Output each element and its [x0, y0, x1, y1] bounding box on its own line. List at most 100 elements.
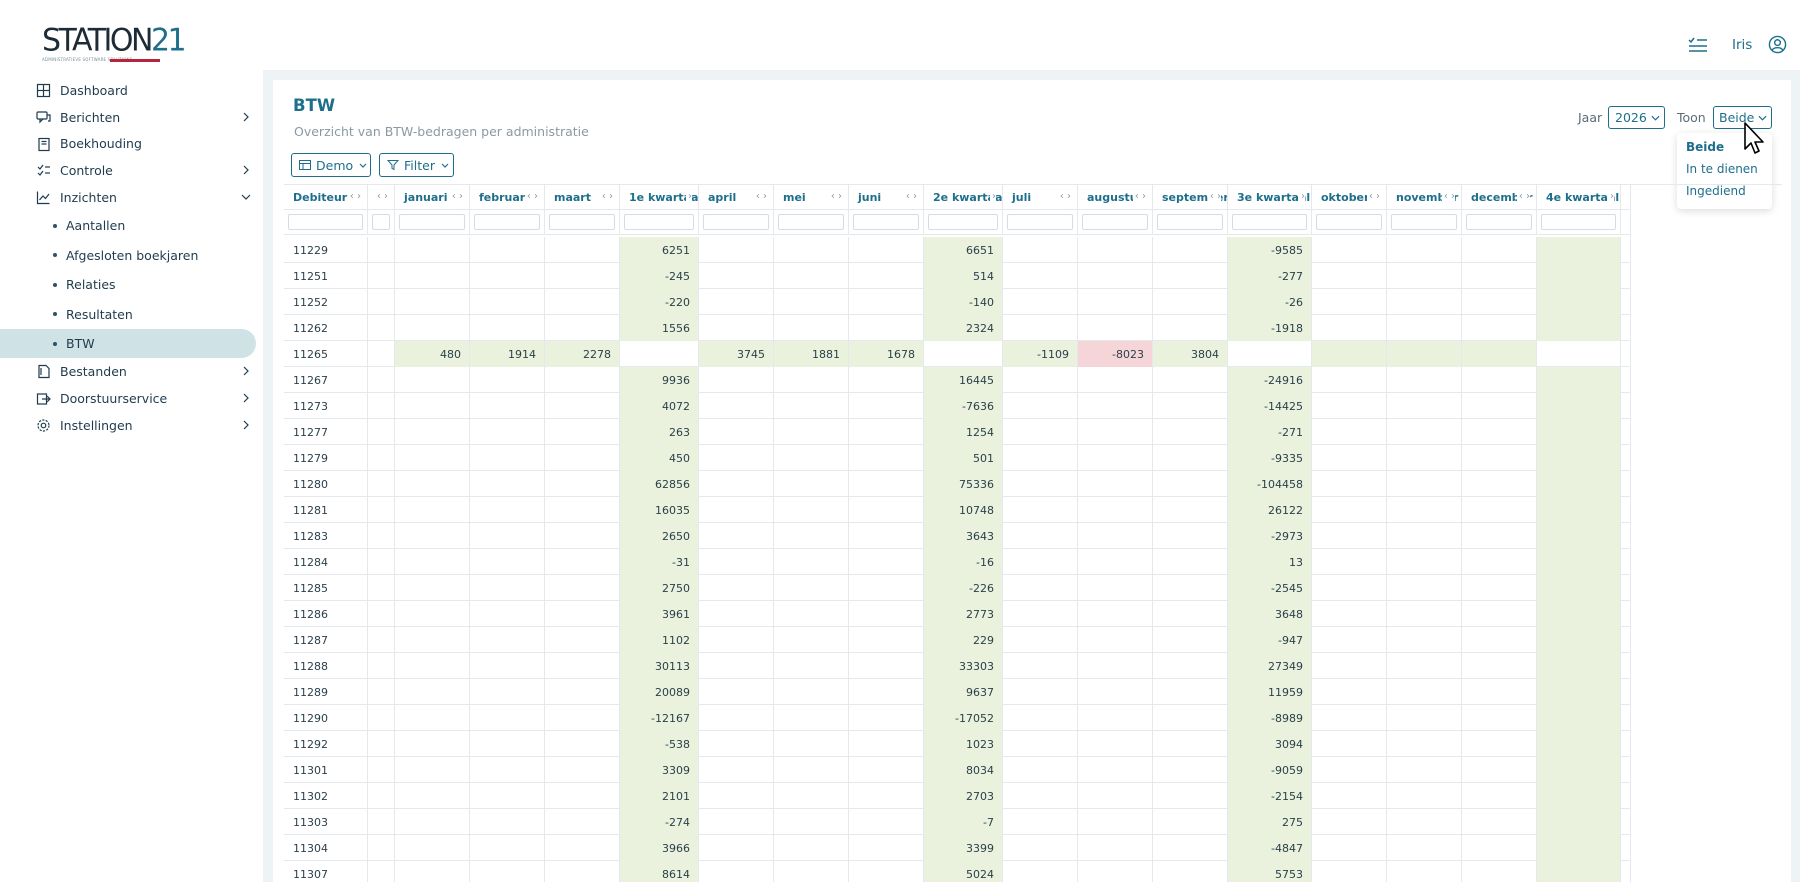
resize-arrows-icon[interactable]: ‹ › [1441, 191, 1455, 202]
column-filter-input[interactable] [1082, 214, 1148, 230]
table-row[interactable]: 11281 16035 10748 26122 [284, 497, 1630, 523]
column-header-november[interactable]: november ‹ › [1387, 185, 1462, 210]
column-filter-input[interactable] [1232, 214, 1307, 230]
demo-button[interactable]: Demo [291, 153, 371, 177]
table-row[interactable]: 11303 -274 -7 275 [284, 809, 1630, 835]
column-header-juli[interactable]: juli ‹ › [1003, 185, 1078, 210]
resize-arrows-icon[interactable]: ‹ › [753, 191, 767, 202]
column-filter-input[interactable] [1466, 214, 1532, 230]
column-filter-input[interactable] [853, 214, 919, 230]
resize-arrows-icon[interactable]: ‹ › [1366, 191, 1380, 202]
table-row[interactable]: 11267 9936 16445 -24916 [284, 367, 1630, 393]
toon-option-in-te-dienen[interactable]: In te dienen [1686, 162, 1758, 176]
column-filter-input[interactable] [624, 214, 694, 230]
column-filter-input[interactable] [288, 214, 363, 230]
sidebar-item-boekhouding[interactable]: Boekhouding [0, 131, 263, 158]
column-header-2e-kwartaal[interactable]: 2e kwartaal › [924, 185, 1003, 210]
jaar-select[interactable]: 2026 [1608, 106, 1665, 129]
resize-arrows-icon[interactable]: ‹ › [1057, 191, 1071, 202]
resize-arrows-icon[interactable]: ‹ › [374, 191, 388, 202]
resize-arrows-icon[interactable]: › [1299, 191, 1305, 202]
table-row[interactable]: 11265 480 1914 2278 3745 1881 1678 -1109 -8023 38… [284, 341, 1630, 367]
column-filter-input[interactable] [1007, 214, 1073, 230]
column-filter-input[interactable] [778, 214, 844, 230]
table-row[interactable]: 11285 2750 -226 -2545 [284, 575, 1630, 601]
column-filter-input[interactable] [1316, 214, 1382, 230]
user-circle-icon[interactable] [1768, 35, 1787, 54]
table-row[interactable]: 11273 4072 -7636 -14425 [284, 393, 1630, 419]
column-filter-input[interactable] [474, 214, 540, 230]
column-header-juni[interactable]: juni ‹ › [849, 185, 924, 210]
resize-arrows-icon[interactable]: ‹ › [903, 191, 917, 202]
column-filter-input[interactable] [372, 214, 390, 230]
table-row[interactable]: 11251 -245 514 -277 [284, 263, 1630, 289]
column-header-4e-kwartaal[interactable]: 4e kwartaal › [1537, 185, 1621, 210]
column-header-januari[interactable]: januari ‹ › [395, 185, 470, 210]
sidebar-subitem-afgesloten-boekjaren[interactable]: Afgesloten boekjaren [0, 240, 263, 270]
column-filter-input[interactable] [1391, 214, 1457, 230]
table-row[interactable]: 11262 1556 2324 -1918 [284, 315, 1630, 341]
column-filter-input[interactable] [1541, 214, 1616, 230]
sidebar-item-doorstuurservice[interactable]: Doorstuurservice [0, 385, 263, 412]
table-row[interactable]: 11288 30113 33303 27349 [284, 653, 1630, 679]
column-filter-input[interactable] [703, 214, 769, 230]
table-row[interactable]: 11302 2101 2703 -2154 [284, 783, 1630, 809]
resize-arrows-icon[interactable]: ‹ › [347, 191, 361, 202]
column-filter-input[interactable] [549, 214, 615, 230]
column-header-september[interactable]: september ‹ › [1153, 185, 1228, 210]
sidebar-subitem-resultaten[interactable]: Resultaten [0, 299, 263, 329]
station21-logo[interactable]: STATION21 ADMINISTRATIEVE SOFTWARE SOLUT… [42, 25, 187, 64]
table-row[interactable]: 11277 263 1254 -271 [284, 419, 1630, 445]
sidebar-item-instellingen[interactable]: Instellingen [0, 412, 263, 439]
column-filter-input[interactable] [399, 214, 465, 230]
table-row[interactable]: 11307 8614 5024 5753 [284, 861, 1630, 882]
table-row[interactable]: 11287 1102 229 -947 [284, 627, 1630, 653]
sidebar-item-bestanden[interactable]: Bestanden [0, 358, 263, 385]
table-row[interactable]: 11290 -12167 -17052 -8989 [284, 705, 1630, 731]
user-name[interactable]: Iris [1732, 37, 1752, 53]
resize-arrows-icon[interactable]: ‹ › [449, 191, 463, 202]
resize-arrows-icon[interactable]: ‹ › [1207, 191, 1221, 202]
resize-arrows-icon[interactable]: › [686, 191, 692, 202]
table-row[interactable]: 11229 6251 6651 -9585 [284, 237, 1630, 263]
task-list-icon[interactable] [1688, 37, 1708, 53]
column-header-april[interactable]: april ‹ › [699, 185, 774, 210]
table-row[interactable]: 11304 3966 3399 -4847 [284, 835, 1630, 861]
column-filter-input[interactable] [928, 214, 998, 230]
table-row[interactable]: 11252 -220 -140 -26 [284, 289, 1630, 315]
resize-arrows-icon[interactable]: ‹ › [828, 191, 842, 202]
column-header-december[interactable]: december ‹ › [1462, 185, 1537, 210]
column-header-augustus[interactable]: augustus ‹ › [1078, 185, 1153, 210]
column-header-blank[interactable]: ‹ › [368, 185, 395, 210]
column-header-mei[interactable]: mei ‹ › [774, 185, 849, 210]
column-header-3e-kwartaal[interactable]: 3e kwartaal › [1228, 185, 1312, 210]
sidebar-subitem-relaties[interactable]: Relaties [0, 270, 263, 300]
resize-arrows-icon[interactable]: ‹ › [1132, 191, 1146, 202]
sidebar-subitem-aantallen[interactable]: Aantallen [0, 211, 263, 241]
table-row[interactable]: 11292 -538 1023 3094 [284, 731, 1630, 757]
sidebar-item-inzichten[interactable]: Inzichten [0, 184, 263, 211]
table-row[interactable]: 11283 2650 3643 -2973 [284, 523, 1630, 549]
filter-button[interactable]: Filter [379, 153, 454, 177]
table-row[interactable]: 11301 3309 8034 -9059 [284, 757, 1630, 783]
column-header-oktober[interactable]: oktober ‹ › [1312, 185, 1387, 210]
table-row[interactable]: 11286 3961 2773 3648 [284, 601, 1630, 627]
table-row[interactable]: 11284 -31 -16 13 [284, 549, 1630, 575]
table-row[interactable]: 11289 20089 9637 11959 [284, 679, 1630, 705]
column-header-debiteur[interactable]: Debiteur ‹ › [284, 185, 368, 210]
resize-arrows-icon[interactable]: ‹ › [1516, 191, 1530, 202]
resize-arrows-icon[interactable]: › [990, 191, 996, 202]
toon-option-beide[interactable]: Beide [1686, 140, 1724, 154]
sidebar-item-dashboard[interactable]: Dashboard [0, 77, 263, 104]
sidebar-subitem-btw[interactable]: BTW [0, 328, 256, 359]
table-row[interactable]: 11280 62856 75336 -104458 [284, 471, 1630, 497]
resize-arrows-icon[interactable]: › [1608, 191, 1614, 202]
column-filter-input[interactable] [1157, 214, 1223, 230]
column-header-1e-kwartaal[interactable]: 1e kwartaal › [620, 185, 699, 210]
column-header-februari[interactable]: februari ‹ › [470, 185, 545, 210]
table-row[interactable]: 11279 450 501 -9335 [284, 445, 1630, 471]
sidebar-item-controle[interactable]: Controle [0, 157, 263, 184]
resize-arrows-icon[interactable]: ‹ › [599, 191, 613, 202]
sidebar-item-berichten[interactable]: Berichten [0, 104, 263, 131]
column-header-maart[interactable]: maart ‹ › [545, 185, 620, 210]
